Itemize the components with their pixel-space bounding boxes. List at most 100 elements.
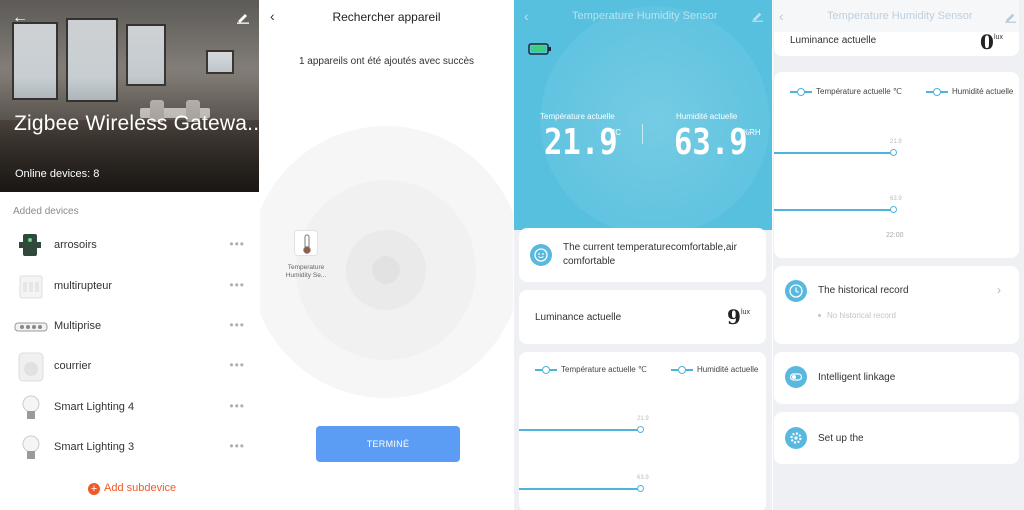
bulb-icon bbox=[14, 392, 48, 424]
device-name: Smart Lighting 3 bbox=[54, 441, 135, 453]
temperature-series-line bbox=[774, 152, 894, 154]
luminance-value: 0 bbox=[980, 30, 994, 54]
switch-icon bbox=[14, 271, 48, 303]
gateway-screen: ← Zigbee Wireless Gatewa.. Online device… bbox=[0, 0, 259, 510]
clock-icon bbox=[785, 280, 807, 302]
legend-temperature-label: Température actuelle ℃ bbox=[561, 365, 647, 374]
device-row[interactable]: Smart Lighting 4 ••• bbox=[0, 388, 259, 428]
valve-icon bbox=[14, 230, 48, 262]
gear-icon bbox=[785, 427, 807, 449]
added-devices-heading: Added devices bbox=[13, 206, 79, 217]
humidity-point bbox=[637, 485, 644, 492]
device-row[interactable]: Smart Lighting 3 ••• bbox=[0, 428, 259, 468]
more-options-icon[interactable]: ••• bbox=[229, 358, 245, 372]
history-label: The historical record bbox=[818, 285, 909, 296]
device-row[interactable]: courrier ••• bbox=[0, 347, 259, 387]
temperature-point bbox=[890, 149, 897, 156]
history-chart-card: Température actuelle ℃ Humidité actuelle… bbox=[774, 72, 1019, 258]
more-options-icon[interactable]: ••• bbox=[229, 439, 245, 453]
thermometer-icon bbox=[294, 230, 318, 256]
power-strip-icon bbox=[14, 311, 48, 343]
edit-icon[interactable] bbox=[236, 10, 250, 29]
legend-humidity: Humidité actuelle bbox=[926, 87, 1013, 96]
sensor-detail-screen: ‹ Temperature Humidity Sensor Températur… bbox=[514, 0, 772, 510]
add-subdevice-label: Add subdevice bbox=[104, 482, 177, 494]
header-bar: ‹ Temperature Humidity Sensor bbox=[773, 0, 1024, 32]
device-name: courrier bbox=[54, 360, 92, 372]
device-row[interactable]: multirupteur ••• bbox=[0, 267, 259, 307]
more-options-icon[interactable]: ••• bbox=[229, 237, 245, 251]
setup-label: Set up the bbox=[818, 433, 864, 444]
linkage-label: Intelligent linkage bbox=[818, 372, 896, 383]
online-devices-count: Online devices: 8 bbox=[15, 168, 100, 180]
page-title: Rechercher appareil bbox=[332, 10, 441, 24]
radar-center bbox=[372, 256, 400, 284]
value-separator bbox=[642, 124, 643, 144]
motion-sensor-icon bbox=[14, 351, 48, 383]
luminance-value: 9 bbox=[727, 305, 741, 329]
smile-icon bbox=[530, 244, 552, 266]
add-subdevice-button[interactable]: + Add subdevice bbox=[88, 482, 176, 495]
temperature-point bbox=[637, 426, 644, 433]
success-message: 1 appareils ont été ajoutés avec succès bbox=[298, 56, 475, 67]
legend-humidity: Humidité actuelle bbox=[671, 365, 758, 374]
more-options-icon[interactable]: ••• bbox=[229, 399, 245, 413]
humidity-point-label: 63.9 bbox=[637, 475, 649, 481]
time-axis-label: 22:00 bbox=[886, 232, 904, 239]
temperature-value: 21.9 bbox=[544, 122, 618, 163]
temperature-point-label: 21.9 bbox=[637, 416, 649, 422]
device-name: multirupteur bbox=[54, 280, 113, 292]
humidity-label: Humidité actuelle bbox=[676, 112, 738, 121]
history-chart-card: Température actuelle ℃ Humidité actuelle… bbox=[519, 352, 766, 510]
done-button[interactable]: TERMINÉ bbox=[316, 426, 460, 462]
no-history-text: No historical record bbox=[827, 311, 896, 320]
comfort-card: The current temperaturecomfortable,air c… bbox=[519, 228, 766, 282]
settings-card[interactable]: Set up the bbox=[774, 412, 1019, 464]
luminance-label: Luminance actuelle bbox=[790, 35, 877, 46]
toggle-icon bbox=[785, 366, 807, 388]
temperature-series-line bbox=[519, 429, 641, 431]
bulb-icon bbox=[14, 432, 48, 464]
edit-icon[interactable] bbox=[751, 9, 764, 27]
luminance-label: Luminance actuelle bbox=[535, 312, 622, 323]
temperature-point-label: 21.9 bbox=[890, 139, 902, 145]
back-arrow-icon[interactable]: ← bbox=[12, 9, 28, 27]
luminance-unit: lux bbox=[994, 34, 1003, 41]
back-chevron-icon[interactable]: ‹ bbox=[524, 8, 529, 24]
chevron-right-icon: › bbox=[997, 283, 1001, 297]
humidity-point-label: 63.9 bbox=[890, 196, 902, 202]
plus-icon: + bbox=[88, 483, 100, 495]
sensor-detail-scrolled-screen: Luminance actuelle 0 lux ‹ Temperature H… bbox=[773, 0, 1024, 510]
device-name: Multiprise bbox=[54, 320, 102, 332]
humidity-point bbox=[890, 206, 897, 213]
intelligent-linkage-card[interactable]: Intelligent linkage bbox=[774, 352, 1019, 404]
device-name: Smart Lighting 4 bbox=[54, 401, 135, 413]
device-row[interactable]: arrosoirs ••• bbox=[0, 226, 259, 266]
humidity-value: 63.9 bbox=[674, 122, 748, 163]
legend-temperature: Température actuelle ℃ bbox=[790, 87, 902, 96]
legend-temperature: Température actuelle ℃ bbox=[535, 365, 647, 374]
back-chevron-icon[interactable]: ‹ bbox=[779, 8, 784, 24]
sensor-title: Temperature Humidity Sensor bbox=[827, 10, 973, 22]
found-device[interactable]: Temperature Humidity Se... bbox=[284, 230, 328, 280]
legend-temperature-label: Température actuelle ℃ bbox=[816, 87, 902, 96]
legend-humidity-label: Humidité actuelle bbox=[952, 87, 1014, 96]
legend-humidity-label: Humidité actuelle bbox=[697, 365, 759, 374]
humidity-series-line bbox=[519, 488, 641, 490]
edit-icon[interactable] bbox=[1004, 10, 1017, 28]
device-row[interactable]: Multiprise ••• bbox=[0, 307, 259, 347]
temperature-unit: °C bbox=[612, 128, 621, 137]
luminance-unit: lux bbox=[741, 309, 750, 316]
humidity-unit: %RH bbox=[742, 128, 761, 137]
sensor-title: Temperature Humidity Sensor bbox=[572, 10, 718, 22]
more-options-icon[interactable]: ••• bbox=[229, 318, 245, 332]
gateway-title: Zigbee Wireless Gatewa.. bbox=[14, 112, 259, 135]
gateway-banner bbox=[0, 0, 259, 192]
empty-dot bbox=[818, 314, 821, 317]
battery-icon bbox=[528, 42, 552, 60]
search-device-screen: ‹ Rechercher appareil 1 appareils ont ét… bbox=[260, 0, 513, 510]
temperature-label: Température actuelle bbox=[540, 112, 615, 121]
history-card[interactable]: The historical record › No historical re… bbox=[774, 266, 1019, 344]
comfort-text: The current temperaturecomfortable,air c… bbox=[563, 242, 737, 267]
more-options-icon[interactable]: ••• bbox=[229, 278, 245, 292]
